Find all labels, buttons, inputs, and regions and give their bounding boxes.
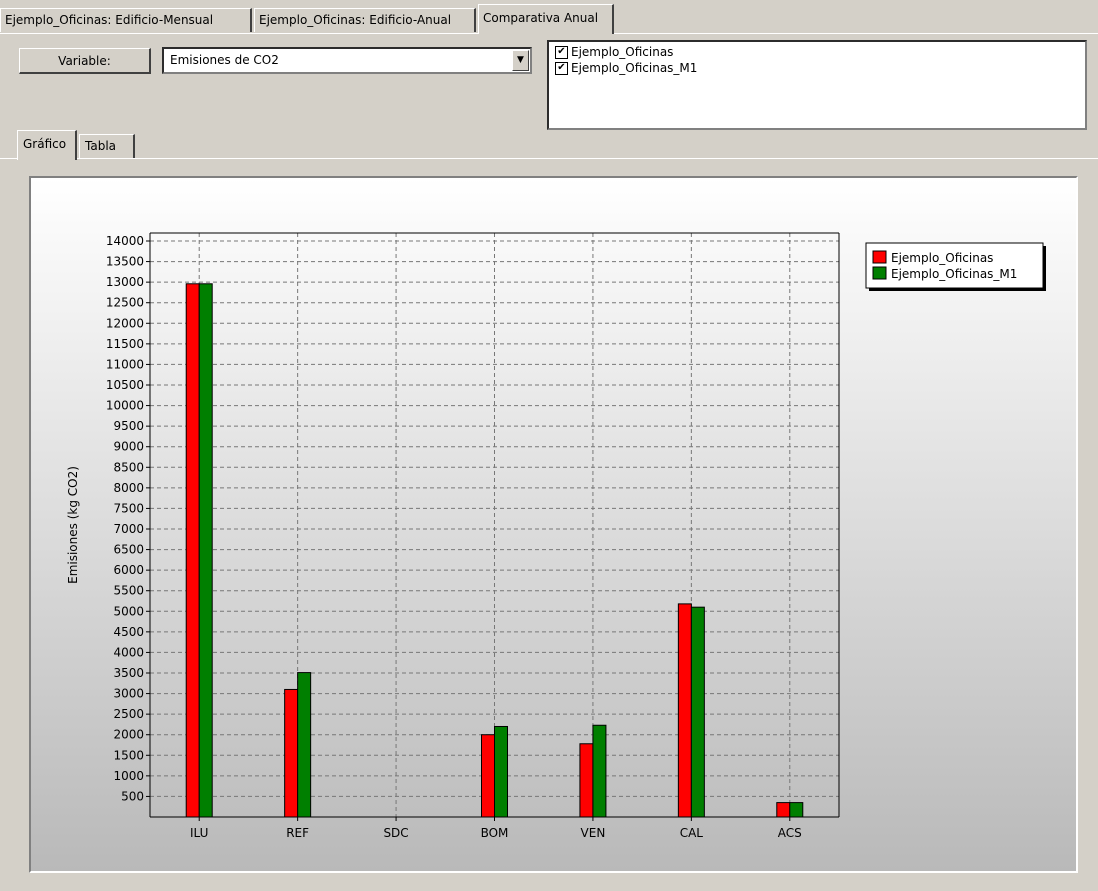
bar [185,283,200,818]
y-tick-label: 9500 [113,419,144,433]
x-tick-label: VEN [581,826,606,840]
y-tick-label: 12500 [106,296,144,310]
x-tick-label: SDC [383,826,408,840]
legend-label: Ejemplo_Oficinas [891,251,993,265]
tab-tabla[interactable]: Tabla [79,134,135,158]
bar [198,283,213,818]
bar [494,725,508,818]
y-tick-label: 8500 [113,460,144,474]
tab-comparativa-anual[interactable]: Comparativa Anual [478,4,614,34]
y-tick-label: 7500 [113,501,144,515]
y-tick-label: 11500 [106,337,144,351]
y-tick-label: 1000 [113,769,144,783]
checkbox-checked-icon[interactable]: ✔ [555,46,568,59]
tab-edificio-anual[interactable]: Ejemplo_Oficinas: Edificio-Anual [254,8,476,32]
y-tick-label: 6500 [113,543,144,557]
bar [690,606,705,818]
y-tick-label: 13500 [106,255,144,269]
y-tick-label: 9000 [113,440,144,454]
chevron-down-icon[interactable]: ▼ [512,50,529,71]
y-tick-label: 14000 [106,234,144,248]
y-tick-label: 500 [121,789,144,803]
variable-select[interactable]: Emisiones de CO2 ▼ [162,47,532,74]
cases-listbox[interactable]: ✔ Ejemplo_Oficinas ✔ Ejemplo_Oficinas_M1 [547,40,1087,130]
y-tick-label: 6000 [113,563,144,577]
y-tick-label: 10000 [106,399,144,413]
bar [789,802,804,818]
y-tick-label: 10500 [106,378,144,392]
y-tick-label: 4000 [113,645,144,659]
checkbox-checked-icon[interactable]: ✔ [555,62,568,75]
bar [297,672,312,818]
y-tick-label: 1500 [113,748,144,762]
bar [776,802,791,818]
y-tick-label: 5000 [113,604,144,618]
legend-swatch [872,266,887,280]
y-axis-label: Emisiones (kg CO2) [66,466,80,584]
legend-box [865,242,1044,289]
y-tick-label: 3500 [113,666,144,680]
variable-button[interactable]: Variable: [19,48,151,74]
y-tick-label: 5500 [113,584,144,598]
y-tick-label: 4500 [113,625,144,639]
bar [481,734,495,818]
y-tick-label: 13000 [106,275,144,289]
y-tick-label: 2000 [113,728,144,742]
tab-grafico[interactable]: Gráfico [17,130,77,160]
case-item[interactable]: ✔ Ejemplo_Oficinas [555,45,673,61]
bar [677,603,692,818]
bar [592,724,607,818]
emissions-chart: 500 1000 1500 2000 2500 3000 3500 4000 4500 5000 5… [66,232,1046,840]
x-tick-label: REF [286,826,309,840]
legend-label: Ejemplo_Oficinas_M1 [891,267,1017,281]
legend-swatch [872,250,887,264]
subtab-divider [0,158,1098,159]
y-tick-label: 2500 [113,707,144,721]
y-tick-label: 3000 [113,687,144,701]
y-tick-label: 12000 [106,316,144,330]
bar [579,743,594,818]
x-tick-label: BOM [481,826,509,840]
case-label: Ejemplo_Oficinas [571,45,674,59]
variable-select-value: Emisiones de CO2 [170,53,279,67]
x-tick-label: CAL [680,826,704,840]
x-tick-label: ILU [190,826,208,840]
y-tick-label: 8000 [113,481,144,495]
x-tick-label: ACS [778,826,802,840]
tab-edificio-mensual[interactable]: Ejemplo_Oficinas: Edificio-Mensual [0,8,252,32]
case-label: Ejemplo_Oficinas_M1 [571,61,698,75]
case-item[interactable]: ✔ Ejemplo_Oficinas_M1 [555,61,697,77]
chart-panel: 500 1000 1500 2000 2500 3000 3500 4000 4500 5000 5… [29,176,1078,873]
y-tick-label: 11000 [106,357,144,371]
bar [284,688,299,818]
y-tick-label: 7000 [113,522,144,536]
